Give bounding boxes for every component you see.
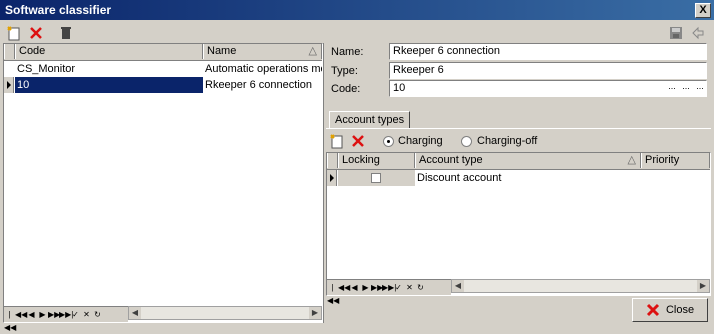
account-navigator: |◀◀ ◀◀ ◀ ▶ ▶▶ ▶▶| ✓ ✕ ↻	[327, 279, 451, 305]
left-horizontal-scrollbar[interactable]: ◀ ▶	[128, 306, 322, 320]
table-row-selected[interactable]: 10 Rkeeper 6 connection	[4, 77, 322, 93]
code-value: 10	[393, 82, 406, 94]
code-lookup-button-3[interactable]: ...	[693, 82, 706, 95]
nav-prev-button[interactable]: ◀	[26, 308, 37, 321]
column-header-code[interactable]: Code	[15, 44, 203, 59]
tab-baseline	[326, 128, 711, 129]
nav-next-page-button[interactable]: ▶▶	[371, 281, 383, 294]
window-title: Software classifier	[5, 3, 112, 17]
window-close-button[interactable]: X	[695, 3, 711, 18]
tab-account-types[interactable]: Account types	[329, 111, 411, 129]
code-lookup-button-2[interactable]: ...	[679, 82, 693, 95]
software-grid[interactable]: Code Name △ CS_Monitor Automatic operati…	[3, 43, 323, 332]
left-navigator: |◀◀ ◀◀ ◀ ▶ ▶▶ ▶▶| ✓ ✕ ↻	[4, 306, 128, 332]
name-label: Name:	[331, 46, 364, 58]
nav-prev-page-button[interactable]: ◀◀	[15, 308, 27, 321]
row-indicator-icon	[4, 77, 14, 93]
column-header-name[interactable]: Name △	[203, 44, 322, 59]
scroll-right-icon[interactable]: ▶	[309, 307, 321, 319]
add-account-type-icon[interactable]	[329, 133, 345, 149]
scroll-left-icon[interactable]: ◀	[129, 307, 141, 319]
row-indicator-icon	[327, 170, 337, 186]
nav-cancel-button[interactable]: ✕	[404, 281, 415, 294]
code-label: Code:	[331, 83, 361, 95]
nav-next-page-button[interactable]: ▶▶	[48, 308, 60, 321]
priority-cell	[641, 170, 710, 186]
close-button[interactable]: Close	[632, 298, 708, 322]
nav-cancel-button[interactable]: ✕	[81, 308, 92, 321]
close-button-label: Close	[665, 304, 695, 316]
code-field[interactable]: 10 ... ... ...	[389, 80, 707, 97]
column-header-account-type-label: Account type	[419, 154, 483, 166]
account-types-grid[interactable]: Locking Account type △ Priority Discount…	[326, 152, 711, 305]
title-bar: Software classifier X	[0, 0, 714, 20]
grid-header: Code Name △	[4, 44, 322, 61]
column-header-account-type[interactable]: Account type △	[415, 153, 641, 168]
scroll-left-icon[interactable]: ◀	[452, 280, 464, 292]
nav-refresh-button[interactable]: ↻	[92, 308, 103, 321]
column-header-name-label: Name	[207, 45, 237, 57]
charging-label: Charging	[398, 135, 443, 147]
row-name: Rkeeper 6 connection	[205, 79, 313, 91]
row-code: 10	[15, 77, 203, 93]
account-table-row[interactable]: Discount account	[327, 170, 710, 186]
nav-refresh-button[interactable]: ↻	[415, 281, 426, 294]
sort-ascending-icon: △	[627, 154, 636, 166]
account-grid-header: Locking Account type △ Priority	[327, 153, 710, 170]
column-header-priority[interactable]: Priority	[641, 153, 710, 168]
account-horizontal-scrollbar[interactable]: ◀ ▶	[451, 279, 710, 293]
row-code: CS_Monitor	[17, 63, 76, 75]
type-field[interactable]: Rkeeper 6	[389, 62, 707, 79]
nav-post-button[interactable]: ✓	[70, 308, 81, 321]
nav-prev-page-button[interactable]: ◀◀	[338, 281, 350, 294]
floppy-disk-icon[interactable]	[668, 25, 684, 41]
locking-checkbox[interactable]	[371, 173, 381, 183]
splitter[interactable]	[323, 43, 324, 323]
nav-next-button[interactable]: ▶	[360, 281, 371, 294]
nav-post-button[interactable]: ✓	[393, 281, 404, 294]
scroll-right-icon[interactable]: ▶	[697, 280, 709, 292]
nav-first-button[interactable]: |◀◀	[327, 281, 339, 305]
table-row[interactable]: CS_Monitor Automatic operations monito	[4, 61, 322, 77]
trash-icon[interactable]	[58, 25, 74, 41]
column-header-locking[interactable]: Locking	[338, 153, 415, 168]
delete-icon[interactable]	[28, 25, 44, 41]
indicator-header	[4, 44, 15, 59]
nav-last-button[interactable]: ▶▶|	[382, 281, 396, 294]
close-icon	[646, 303, 659, 317]
charging-off-radio[interactable]	[461, 136, 472, 147]
nav-prev-button[interactable]: ◀	[349, 281, 360, 294]
row-name: Automatic operations monito	[205, 63, 322, 75]
nav-first-button[interactable]: |◀◀	[4, 308, 16, 332]
nav-next-button[interactable]: ▶	[37, 308, 48, 321]
account-type-cell: Discount account	[417, 172, 502, 184]
charging-radio[interactable]	[383, 136, 394, 147]
new-document-icon[interactable]	[6, 25, 22, 41]
charging-off-label: Charging-off	[477, 135, 538, 147]
back-arrow-icon[interactable]	[690, 25, 706, 41]
code-lookup-button-1[interactable]: ...	[665, 82, 679, 95]
locking-cell	[338, 170, 415, 186]
name-field[interactable]: Rkeeper 6 connection	[389, 43, 707, 60]
type-label: Type:	[331, 65, 358, 77]
sort-ascending-icon: △	[308, 45, 317, 57]
delete-account-type-icon[interactable]	[350, 133, 366, 149]
indicator-header	[327, 153, 338, 168]
nav-last-button[interactable]: ▶▶|	[59, 308, 73, 321]
